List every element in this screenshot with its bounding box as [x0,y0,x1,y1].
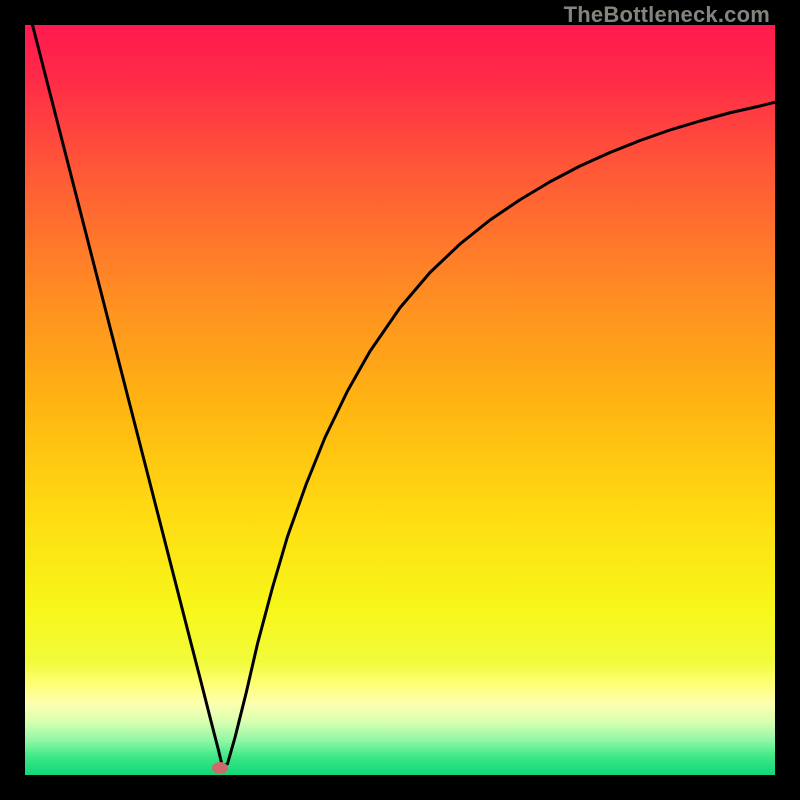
gradient-background [25,25,775,775]
chart-frame [25,25,775,775]
site-watermark: TheBottleneck.com [564,2,770,28]
bottleneck-plot [25,25,775,775]
minimum-marker [212,762,228,774]
